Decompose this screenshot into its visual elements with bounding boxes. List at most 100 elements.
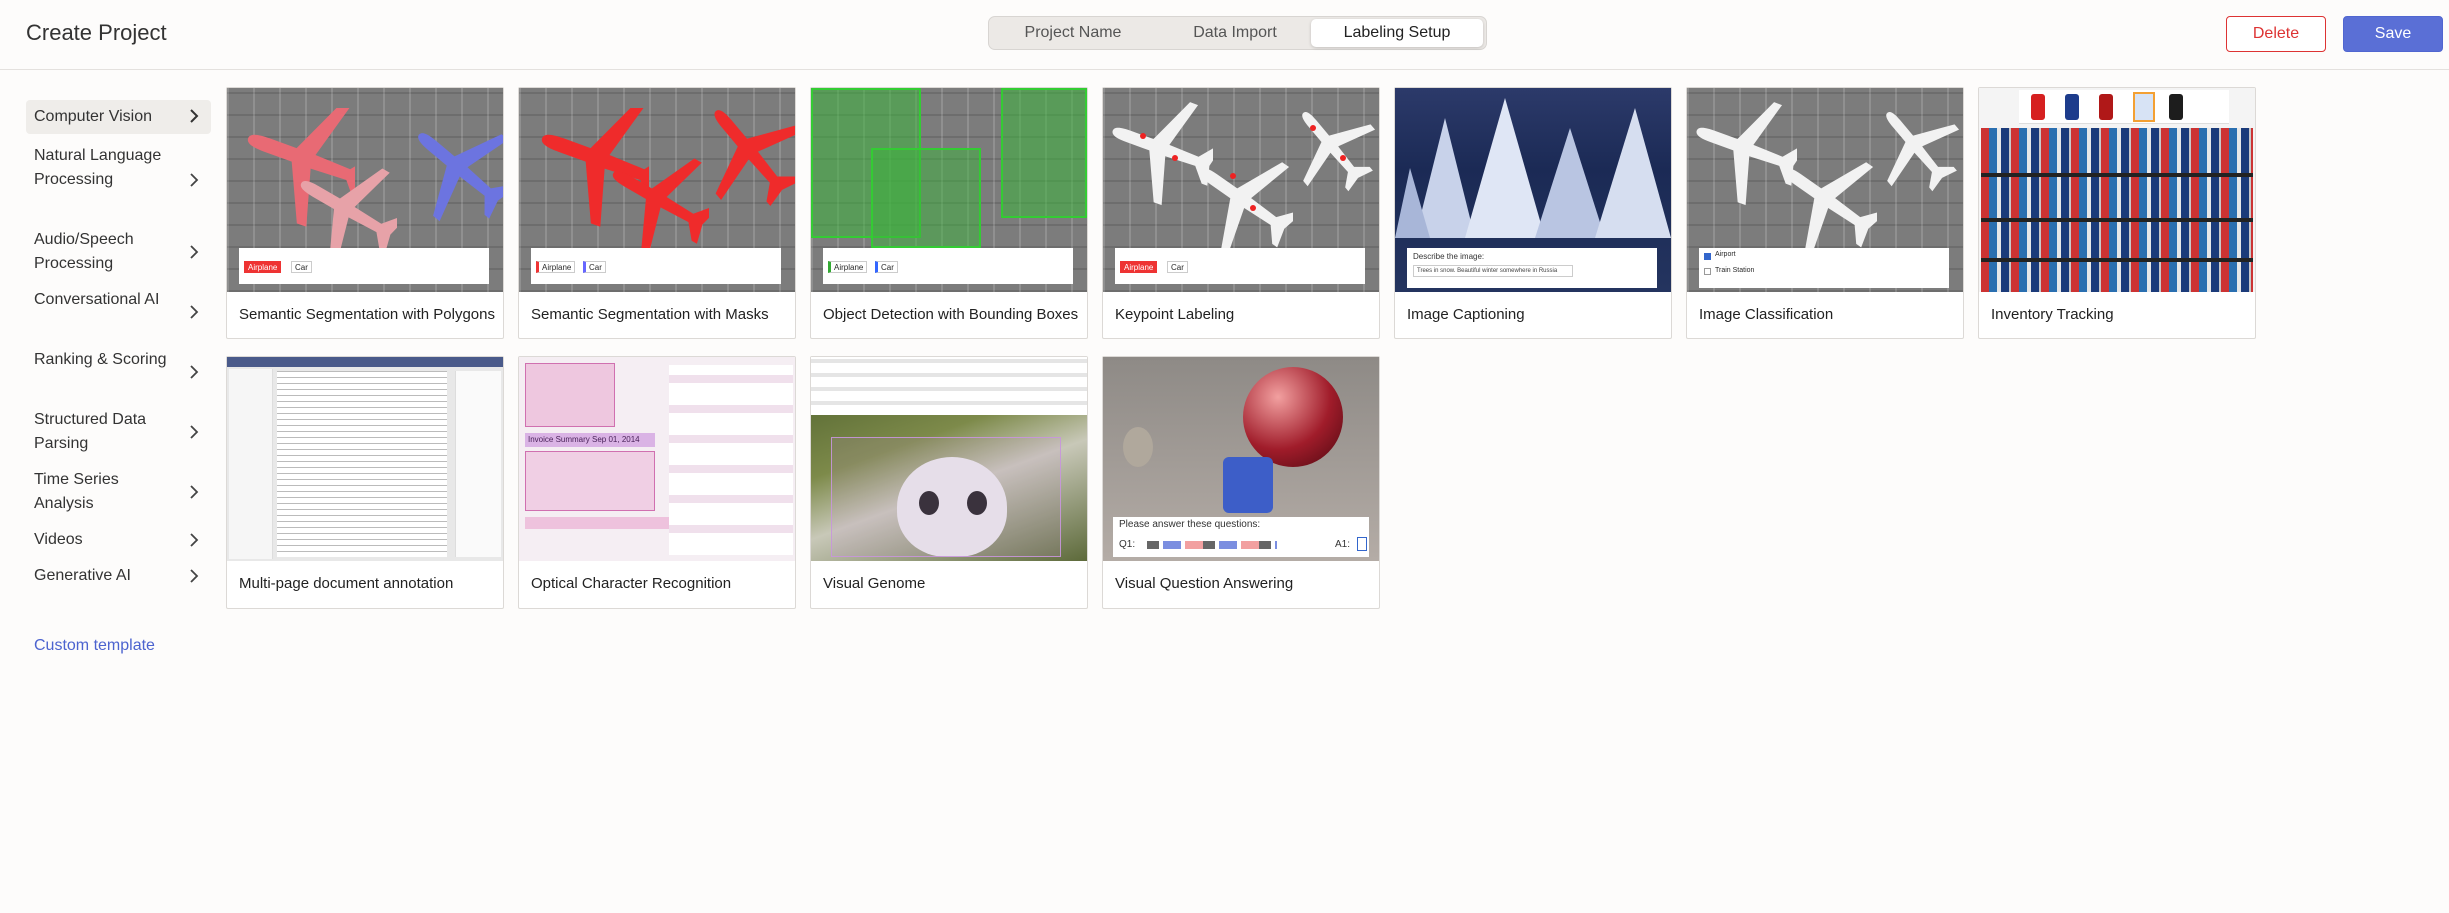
sidebar-item-time-series[interactable]: Time Series Analysis [26,468,211,518]
label-tag-car: Car [1167,261,1188,273]
sidebar-item-label: Time Series Analysis [34,471,119,512]
label-tag-airplane: Airplane [828,261,868,273]
sidebar-item-label: Videos [34,531,83,548]
sidebar-item-label: Conversational AI [34,291,160,308]
template-thumbnail [227,357,503,561]
sidebar-item-computer-vision[interactable]: Computer Vision [26,100,211,134]
delete-button[interactable]: Delete [2226,16,2326,52]
bounding-box [1001,88,1087,218]
label-tag-airplane: Airplane [244,261,282,273]
airplane [1767,148,1877,258]
caption-text: Trees in snow. Beautiful winter somewher… [1413,265,1573,277]
red-sphere [1243,367,1343,467]
chevron-right-icon [189,305,199,319]
label-bar: Airplane Car [1115,248,1365,284]
sidebar-item-audio[interactable]: Audio/Speech Processing [26,228,211,278]
sidebar-item-label: Ranking & Scoring [34,351,167,368]
label-tag-car: Car [875,261,898,273]
chevron-right-icon [189,485,199,499]
vqa-prompt: Please answer these questions: [1119,519,1261,530]
checkbox-icon [1704,268,1711,275]
blue-cube [1223,457,1273,513]
label-bar: Airplane Car [823,248,1073,284]
template-card-label: Image Captioning [1407,306,1525,323]
sidebar-item-conversational-ai[interactable]: Conversational AI [26,288,211,338]
label-bar: Airplane Car [239,248,489,284]
bounding-box [871,148,981,248]
document-page [277,371,447,557]
template-card-ocr[interactable]: Invoice Summary Sep 01, 2014 Optical Cha… [518,356,796,609]
template-thumbnail [1979,88,2255,292]
airplane [1867,98,1963,198]
sidebar-item-videos[interactable]: Videos [26,528,211,554]
template-card-visual-genome[interactable]: Visual Genome [810,356,1088,609]
chevron-right-icon [189,533,199,547]
template-card-object-detection[interactable]: Airplane Car Object Detection with Bound… [810,87,1088,339]
choice-train-station: Train Station [1715,267,1755,274]
sidebar-item-structured-data[interactable]: Structured Data Parsing [26,408,211,458]
top-bar: Create Project Project Name Data Import … [0,0,2449,70]
checkbox-icon [1704,253,1711,260]
vqa-panel: Please answer these questions: Q1: A1: [1113,517,1369,557]
label-tag-airplane: Airplane [1120,261,1158,273]
vqa-answer-label: A1: [1335,539,1351,550]
template-card-label: Semantic Segmentation with Masks [531,306,769,323]
template-card-label: Object Detection with Bounding Boxes [823,306,1079,323]
relations-panel [811,357,1087,415]
tab-labeling-setup[interactable]: Labeling Setup [1311,19,1483,47]
chevron-right-icon [189,569,199,583]
chevron-right-icon [189,109,199,123]
sidebar-item-label: Natural Language Processing [34,147,162,188]
vqa-question-label: Q1: [1119,539,1136,550]
label-tag-car: Car [583,261,606,273]
caption-panel: Describe the image: Trees in snow. Beaut… [1407,248,1657,288]
caption-prompt: Describe the image: [1413,252,1485,261]
label-tag-car: Car [291,261,312,273]
chevron-right-icon [189,365,199,379]
template-card-label: Optical Character Recognition [531,575,732,592]
sidebar-item-label: Audio/Speech Processing [34,231,134,272]
template-card-label: Keypoint Labeling [1115,306,1235,323]
product-strip [2019,90,2229,124]
template-card-image-captioning[interactable]: Describe the image: Trees in snow. Beaut… [1394,87,1672,339]
choice-airport: Airport [1715,251,1736,258]
ocr-highlight: Invoice Summary Sep 01, 2014 [525,433,655,447]
template-thumbnail [811,357,1087,561]
template-card-seg-polygons[interactable]: Airplane Car Semantic Segmentation with … [226,87,504,339]
keypoints [1140,125,1346,211]
tab-project-name[interactable]: Project Name [993,19,1153,47]
template-thumbnail: Airplane Car [227,88,503,292]
vqa-answer-input [1357,537,1367,551]
page-title: Create Project [26,20,167,45]
template-card-image-classification[interactable]: Airport Train Station Image Classificati… [1686,87,1964,339]
ocr-results-panel [669,365,793,555]
sidebar-item-label: Structured Data Parsing [34,411,147,452]
airplane-polygon-blue [399,116,503,226]
sidebar-item-ranking[interactable]: Ranking & Scoring [26,348,211,398]
template-thumbnail: Airport Train Station [1687,88,1963,292]
template-card-vqa[interactable]: Please answer these questions: Q1: A1: V… [1102,356,1380,609]
wizard-tabs: Project Name Data Import Labeling Setup [988,16,1487,50]
sidebar-item-generative-ai[interactable]: Generative AI [26,564,211,590]
save-button[interactable]: Save [2343,16,2443,52]
template-thumbnail: Invoice Summary Sep 01, 2014 [519,357,795,561]
template-card-label: Semantic Segmentation with Polygons [239,306,495,323]
sidebar-item-nlp[interactable]: Natural Language Processing [26,144,211,216]
template-card-inventory[interactable]: Inventory Tracking [1978,87,2256,339]
template-thumbnail: Airplane Car [811,88,1087,292]
label-bar: Airplane Car [531,248,781,284]
template-card-seg-masks[interactable]: Airplane Car Semantic Segmentation with … [518,87,796,339]
template-thumbnail: Describe the image: Trees in snow. Beaut… [1395,88,1671,292]
label-tag-airplane: Airplane [536,261,576,273]
template-thumbnail: Airplane Car [519,88,795,292]
chevron-right-icon [189,245,199,259]
choices-panel: Airport Train Station [1699,248,1949,288]
template-card-label: Visual Question Answering [1115,575,1294,592]
template-card-keypoint[interactable]: Airplane Car Keypoint Labeling [1102,87,1380,339]
custom-template-link[interactable]: Custom template [34,637,155,655]
template-card-label: Inventory Tracking [1991,306,2114,323]
chevron-right-icon [189,173,199,187]
shelf-products [1981,128,2253,292]
tab-data-import[interactable]: Data Import [1155,19,1315,47]
template-card-multipage-doc[interactable]: Multi-page document annotation [226,356,504,609]
